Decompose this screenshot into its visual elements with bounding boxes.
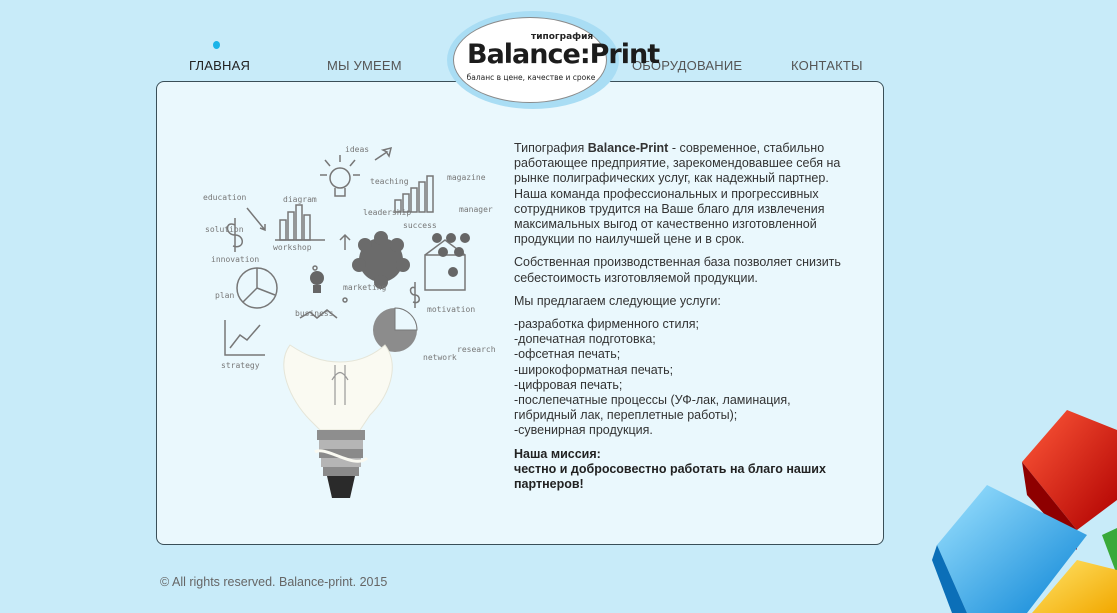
big-lightbulb bbox=[283, 344, 393, 498]
doodle-word: strategy bbox=[221, 361, 260, 370]
logo-ellipse: типография Balance:Print баланс в цене, … bbox=[453, 17, 660, 103]
doodle-word: leadership bbox=[363, 208, 411, 217]
nav-item-contacts[interactable]: КОНТАКТЫ bbox=[791, 58, 863, 73]
nav-item-services[interactable]: МЫ УМЕЕМ bbox=[327, 58, 402, 73]
intro-text: - современное, стабильно работающее пред… bbox=[514, 141, 841, 247]
doodle-word: workshop bbox=[273, 243, 312, 252]
service-item: -разработка фирменного стиля; bbox=[514, 317, 700, 332]
arrow-doodle bbox=[246, 207, 266, 232]
intro-prefix: Типография bbox=[514, 141, 588, 155]
intro-brand: Balance-Print bbox=[587, 141, 669, 155]
nav-item-home[interactable]: ГЛАВНАЯ bbox=[189, 58, 250, 73]
cloud-network-icon bbox=[352, 231, 410, 289]
logo-brand-text: Balance:Print bbox=[467, 39, 660, 70]
doodle-word: network bbox=[423, 353, 457, 362]
mission-text: честно и добросовестно работать на благо… bbox=[514, 461, 826, 492]
footer-copyright: © All rights reserved. Balance-print. 20… bbox=[160, 575, 388, 589]
center-bulb-icon bbox=[310, 271, 324, 293]
logo-tagline: баланс в цене, качестве и сроке bbox=[466, 73, 596, 82]
doodle-word: teaching bbox=[370, 177, 409, 186]
lightbulb-ideas-illustration: education solution innovation plan strat… bbox=[203, 145, 495, 498]
service-item: -послепечатные процессы (УФ-лак, ламинац… bbox=[514, 393, 791, 423]
doodle-word: innovation bbox=[211, 255, 259, 264]
service-item: -сувенирная продукция. bbox=[514, 423, 653, 438]
decorative-cubes bbox=[932, 410, 1117, 613]
mission-title: Наша миссия: bbox=[514, 446, 601, 461]
service-item: -офсетная печать; bbox=[514, 347, 621, 362]
doodle-word: research bbox=[457, 345, 495, 354]
doodle-word: solution bbox=[205, 225, 244, 234]
line-chart-doodle bbox=[224, 320, 265, 356]
services-intro: Мы предлагаем следующие услуги: bbox=[514, 293, 721, 308]
dollar-icon bbox=[409, 282, 420, 308]
doodle-word: plan bbox=[215, 291, 234, 300]
logo[interactable]: типография Balance:Print баланс в цене, … bbox=[447, 11, 660, 109]
intro-paragraph: Типография Balance-Print - современное, … bbox=[514, 141, 849, 247]
active-nav-indicator bbox=[213, 41, 220, 49]
doodle-word: diagram bbox=[283, 195, 317, 204]
bar-chart-doodle bbox=[275, 204, 325, 241]
services-list: -разработка фирменного стиля; -допечатна… bbox=[514, 317, 849, 439]
doodle-word: manager bbox=[459, 205, 493, 214]
doodle-word: magazine bbox=[447, 173, 486, 182]
doodle-word: education bbox=[203, 193, 247, 202]
production-paragraph: Собственная производственная база позвол… bbox=[514, 255, 841, 285]
doodle-word: motivation bbox=[427, 305, 475, 314]
pie-chart-doodle bbox=[236, 267, 278, 309]
about-text: Типография Balance-Print - современное, … bbox=[514, 141, 849, 492]
big-pie-chart bbox=[373, 307, 418, 352]
arrow-doodle bbox=[374, 146, 393, 161]
service-item: -цифровая печать; bbox=[514, 377, 623, 392]
doodle-word: success bbox=[403, 221, 437, 230]
dollar-icon bbox=[226, 218, 243, 252]
service-item: -допечатная подготовка; bbox=[514, 332, 656, 347]
doodle-word: marketing bbox=[343, 283, 387, 292]
doodle-word: business bbox=[295, 309, 334, 318]
service-item: -широкоформатная печать; bbox=[514, 362, 674, 377]
small-bulb-doodle bbox=[320, 155, 360, 197]
doodle-word: ideas bbox=[345, 145, 369, 154]
